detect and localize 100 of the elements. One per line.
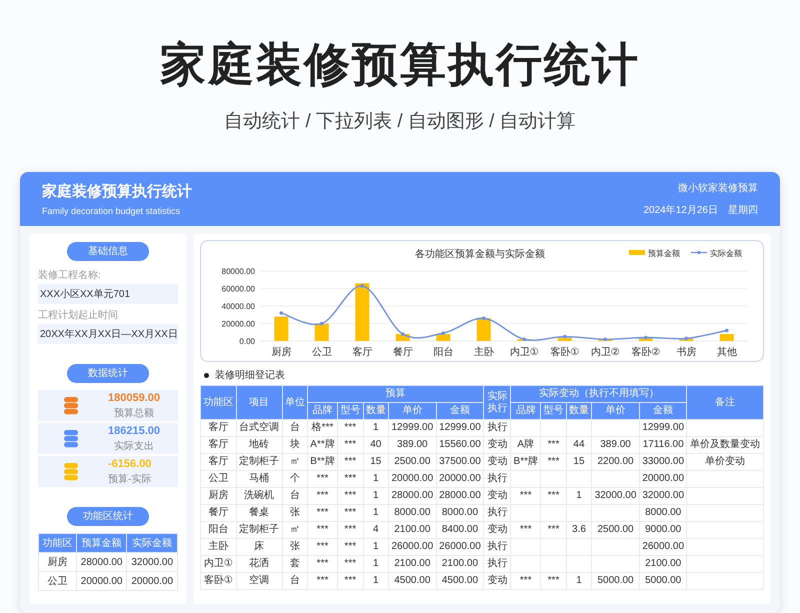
table-cell: 17116.00 [639,436,687,454]
table-cell: 厨房 [200,488,236,504]
table-cell: 37500.00 [436,454,484,470]
table-cell: 个 [282,470,308,488]
table-cell: 2200.00 [592,454,640,470]
table-cell: 执行 [484,504,511,522]
axis-category-label: 客卧① [550,347,580,358]
field-label: 工程计划起止时间 [38,308,119,322]
table-cell: 8000.00 [436,504,484,522]
table-cell: 5000.00 [639,572,687,590]
section-heading: 功能区统计 [67,507,149,526]
table-cell: 4500.00 [388,572,436,590]
table-cell: 餐桌 [236,504,282,522]
table-cell: B**牌 [510,454,541,470]
table-cell: 1 [363,504,388,522]
table-cell: *** [308,504,338,522]
table-cell: 变动 [484,488,511,504]
table-cell: 32000.00 [639,488,687,504]
table-cell: *** [510,488,541,504]
table-cell: 定制柜子 [236,522,282,538]
axis-category-label: 主卧 [474,347,494,358]
table-cell: ㎡ [282,522,308,538]
column-header: 单价 [388,402,436,420]
weekday-label: 星期四 [728,204,758,217]
column-header: 型号 [338,402,364,420]
table-cell: 3.6 [566,522,592,538]
table-cell: *** [338,420,364,436]
table-cell: 12999.00 [639,420,687,436]
column-header: 型号 [540,402,566,420]
page-subtitle: 自动统计 / 下拉列表 / 自动图形 / 自动计算 [224,110,576,134]
table-cell: 公卫 [38,572,76,590]
table-cell: 执行 [484,420,511,436]
axis-category-label: 厨房 [271,347,292,358]
table-cell: 变动 [484,436,511,454]
table-cell: 客厅 [200,420,236,436]
table-cell: 台 [282,488,308,504]
table-cell: 20000.00 [436,470,484,488]
table-cell: 20000.00 [126,572,178,590]
dashboard-title: 家庭装修预算执行统计 [42,182,192,201]
table-cell: 44 [566,436,592,454]
table-cell: *** [338,572,364,590]
table-cell: *** [338,522,364,538]
table-cell: *** [338,504,364,522]
table-cell: 执行 [484,538,511,556]
table-cell: 定制柜子 [236,454,282,470]
table-cell: 1 [363,420,388,436]
field-value: XXX小区XX单元701 [38,284,178,304]
axis-category-label: 内卫① [510,347,539,358]
table-cell: B**牌 [308,454,338,470]
table-cell: 变动 [484,454,511,470]
table-cell: *** [308,556,338,572]
table-cell: 20000.00 [639,470,687,488]
table-cell: 套 [282,556,308,572]
axis-category-label: 其他 [716,347,737,358]
table-cell: 变动 [484,572,511,590]
table-cell: 15 [363,454,388,470]
table-cell: 变动 [484,522,511,538]
table-cell: *** [540,522,566,538]
table-cell: 28000.00 [436,488,484,504]
table-cell: 空调 [236,572,282,590]
table-cell: 客卧① [200,572,236,590]
table-cell: 2100.00 [388,556,436,572]
table-cell: 2500.00 [592,522,640,538]
table-cell: 格*** [308,420,338,436]
table-cell: *** [338,488,364,504]
axis-tick-label: 20000.00 [222,320,255,328]
table-cell: 台式空调 [236,420,282,436]
chart-title: 各功能区预算金额与实际金额 [415,249,545,260]
table-cell: 8000.00 [639,504,687,522]
table-cell: *** [338,436,364,454]
table-cell: 客厅 [200,436,236,454]
axis-tick-label: 40000.00 [222,302,255,311]
column-header: 金额 [639,402,687,420]
table-cell: 主卧 [200,538,236,556]
column-header: 单位 [282,386,308,420]
table-cell: 客厅 [200,454,236,470]
table-cell: *** [540,454,566,470]
table-cell: 40 [363,436,388,454]
table-cell: *** [540,488,566,504]
table-cell: *** [338,556,364,572]
column-header: 单价 [592,402,640,420]
table-cell: 2100.00 [436,556,484,572]
stat-value: 186215.00 [108,424,160,436]
column-header: 数量 [566,402,592,420]
table-cell: 公卫 [200,470,236,488]
table-cell: 执行 [484,556,511,572]
table-cell: 台 [282,572,308,590]
table-cell: 26000.00 [388,538,436,556]
column-header: 金额 [436,402,484,420]
table-cell: 8400.00 [436,522,484,538]
table-cell: 花洒 [236,556,282,572]
table-cell: 2100.00 [639,556,687,572]
table-cell: 内卫① [200,556,236,572]
dashboard-subtitle: Family decoration budget statistics [42,206,182,216]
table-cell: 20000.00 [76,572,127,590]
table-cell: 9000.00 [639,522,687,538]
table-cell: 餐厅 [200,504,236,522]
column-header: 品牌 [510,402,541,420]
table-cell: 张 [282,504,308,522]
table-cell: *** [308,538,338,556]
